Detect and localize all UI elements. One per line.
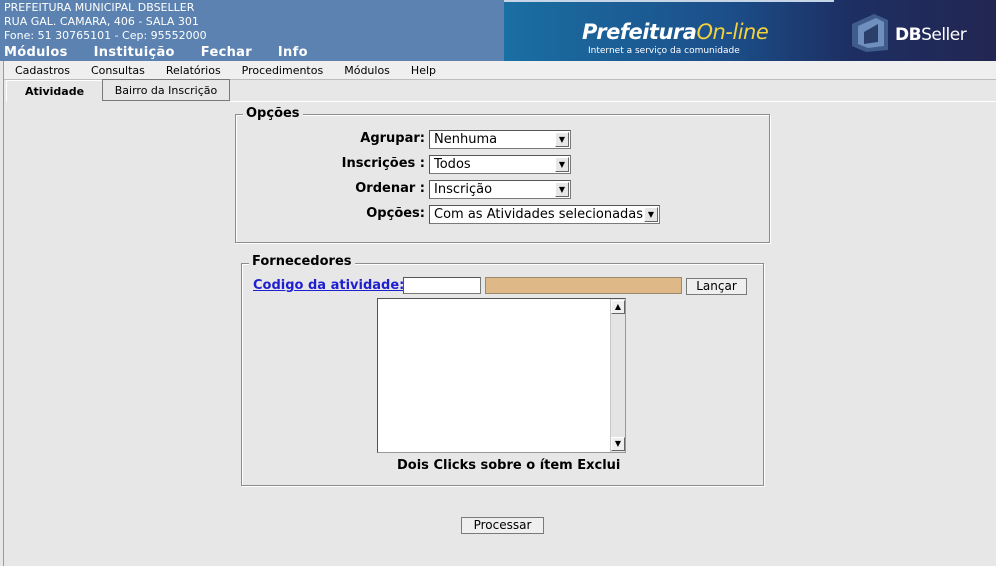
codigo-atividade-input[interactable] [403,277,481,294]
org-name: PREFEITURA MUNICIPAL DBSELLER [4,1,195,14]
agrupar-value: Nenhuma [434,132,498,147]
chevron-down-icon: ▼ [555,182,569,197]
fornecedores-legend: Fornecedores [249,254,355,269]
chevron-down-icon: ▼ [555,132,569,147]
top-menu-modulos[interactable]: Módulos [4,45,68,60]
inscricoes-value: Todos [434,157,471,172]
tab-atividade[interactable]: Atividade [6,80,102,102]
opcoes-legend: Opções [243,106,303,121]
scroll-down-icon[interactable]: ▼ [611,437,625,451]
inscricoes-select[interactable]: Todos ▼ [429,155,571,174]
atividades-listbox[interactable]: ▲ ▼ [377,298,626,453]
lancar-button[interactable]: Lançar [686,278,747,295]
opcoes-select[interactable]: Com as Atividades selecionadas ▼ [429,205,660,224]
top-menu-fechar[interactable]: Fechar [201,45,252,60]
tab-divider [230,101,996,102]
menu-bar: Cadastros Consultas Relatórios Procedime… [4,61,996,80]
chevron-down-icon: ▼ [555,157,569,172]
agrupar-select[interactable]: Nenhuma ▼ [429,130,571,149]
dbseller-logo: DBSeller [895,25,967,45]
menu-modulos[interactable]: Módulos [333,64,400,77]
org-address: RUA GAL. CAMARA, 406 - SALA 301 [4,15,199,28]
banner-tagline: Internet a serviço da comunidade [588,46,740,56]
opcoes-value: Com as Atividades selecionadas [434,207,644,222]
menu-procedimentos[interactable]: Procedimentos [231,64,334,77]
header-banner: PREFEITURA MUNICIPAL DBSELLER RUA GAL. C… [0,0,996,61]
left-edge [0,61,4,566]
top-menu: Módulos Instituição Fechar Info [4,45,334,60]
scroll-up-icon[interactable]: ▲ [611,300,625,314]
ordenar-label: Ordenar : [355,181,425,196]
ordenar-select[interactable]: Inscrição ▼ [429,180,571,199]
top-menu-instituicao[interactable]: Instituição [94,45,175,60]
opcoes-row-label: Opções: [366,206,425,221]
codigo-atividade-link[interactable]: Codigo da atividade: [253,278,404,293]
descricao-atividade-field [485,277,682,294]
menu-relatorios[interactable]: Relatórios [155,64,231,77]
chevron-down-icon: ▼ [644,207,658,222]
org-info: PREFEITURA MUNICIPAL DBSELLER RUA GAL. C… [4,1,207,43]
banner-topline [504,0,834,2]
top-menu-info[interactable]: Info [278,45,308,60]
inscricoes-label: Inscrições : [341,156,425,171]
dbseller-logo-icon [852,14,888,52]
menu-help[interactable]: Help [400,64,446,77]
listbox-scrollbar[interactable]: ▲ ▼ [610,299,625,452]
prefeitura-online-logo: PrefeituraOn-line [582,20,769,44]
menu-cadastros[interactable]: Cadastros [4,64,80,77]
processar-button[interactable]: Processar [461,517,544,534]
tab-bairro-inscricao[interactable]: Bairro da Inscrição [102,79,230,101]
agrupar-label: Agrupar: [360,131,425,146]
org-contact: Fone: 51 30765101 - Cep: 95552000 [4,29,207,42]
double-click-hint: Dois Clicks sobre o ítem Exclui [397,458,621,473]
ordenar-value: Inscrição [434,182,493,197]
menu-consultas[interactable]: Consultas [80,64,155,77]
